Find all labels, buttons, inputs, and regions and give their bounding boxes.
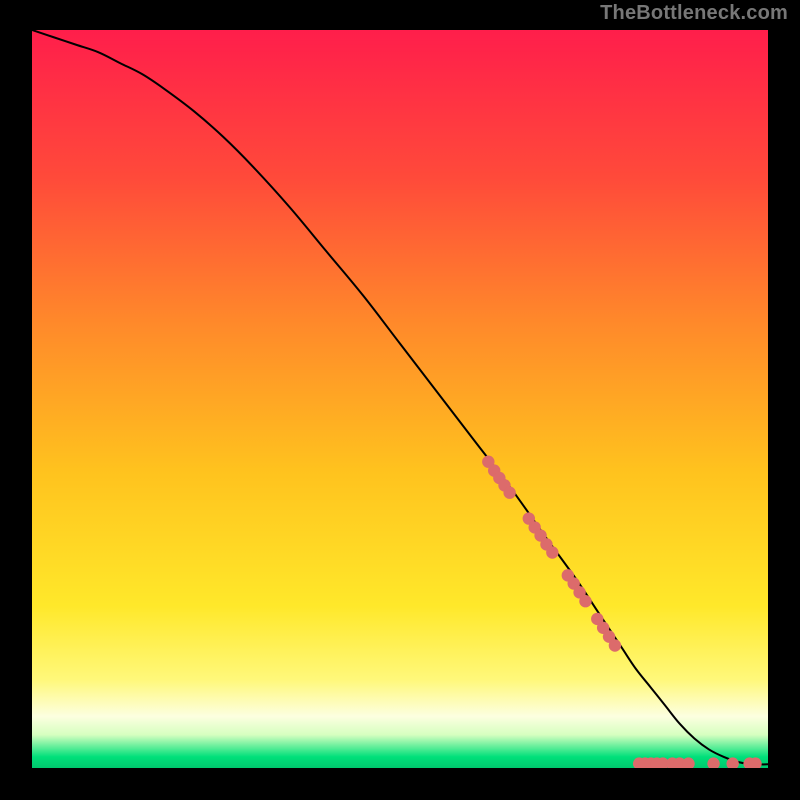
data-marker: [579, 595, 591, 607]
data-marker: [609, 639, 621, 651]
chart-frame: TheBottleneck.com: [0, 0, 800, 800]
watermark-text: TheBottleneck.com: [600, 2, 788, 25]
data-marker: [546, 546, 558, 558]
plot-svg: [32, 30, 768, 768]
plot-area: [32, 30, 768, 768]
gradient-background: [32, 30, 768, 768]
data-marker: [503, 487, 515, 499]
